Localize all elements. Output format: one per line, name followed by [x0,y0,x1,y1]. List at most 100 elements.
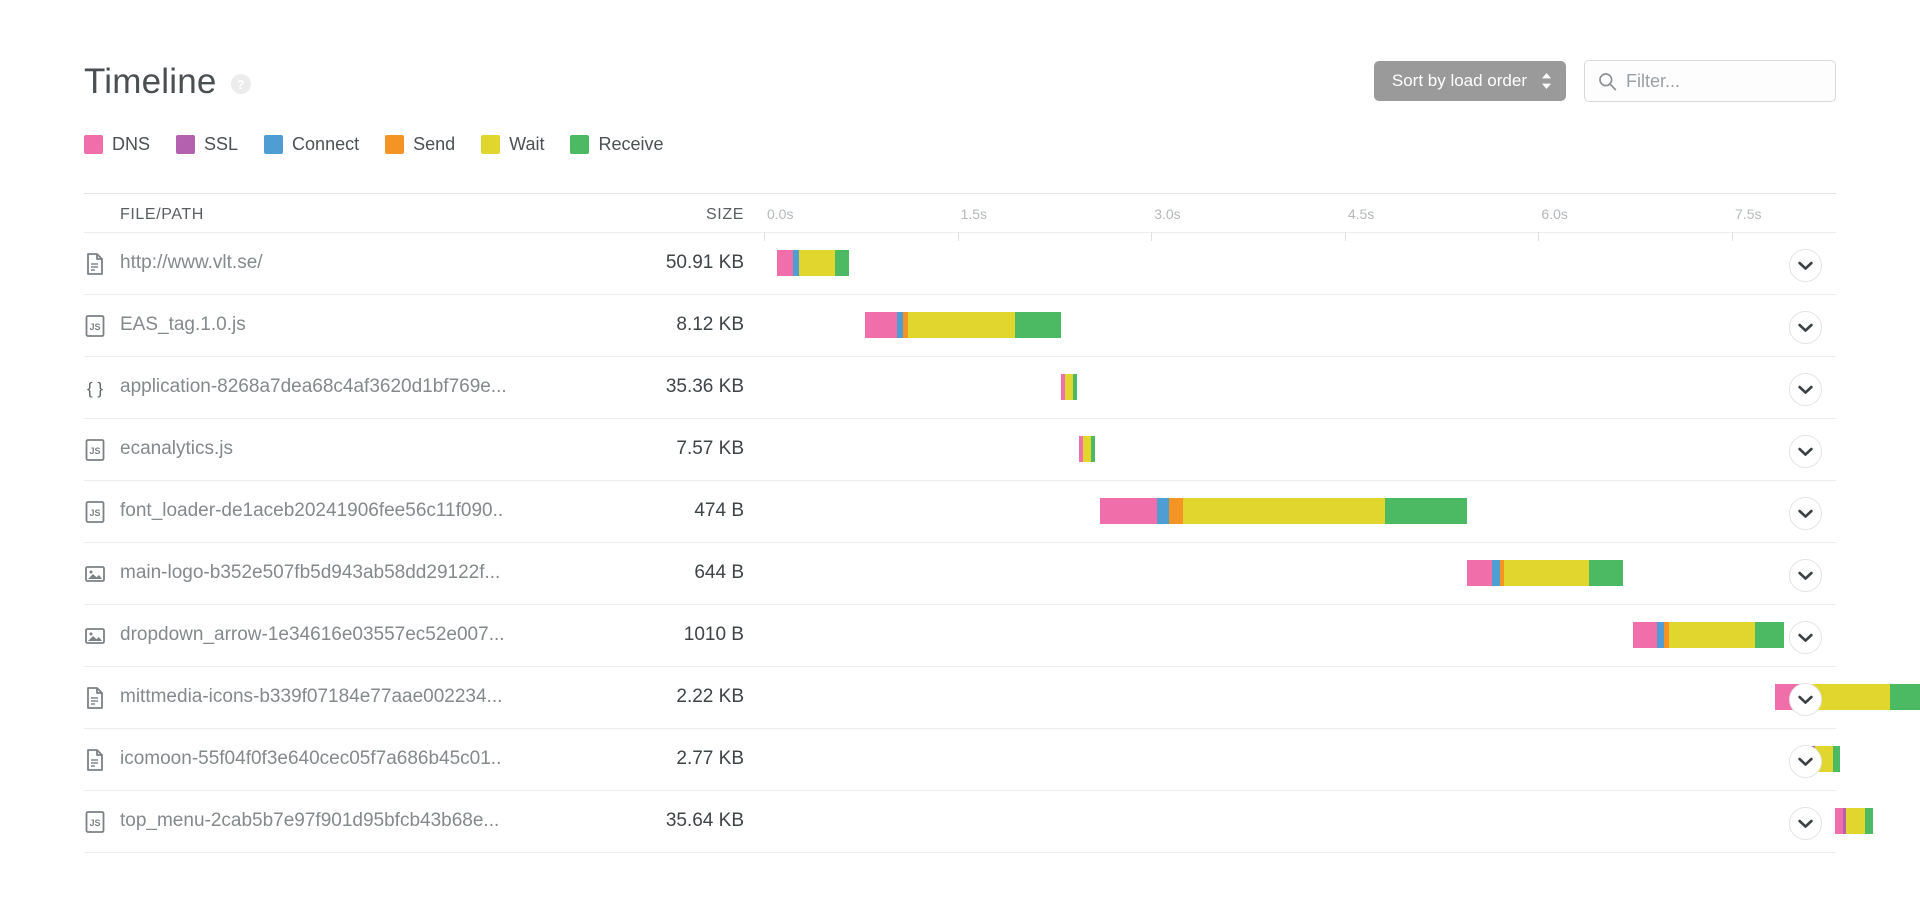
filter-input[interactable] [1626,71,1806,92]
document-icon [84,252,106,276]
bar-segment-receive [1833,746,1840,772]
file-name: EAS_tag.1.0.js [120,314,568,336]
legend-swatch-dns [84,135,103,154]
expand-row-button[interactable] [1789,435,1822,468]
expand-row-button[interactable] [1789,559,1822,592]
up-down-stepper-icon [1541,72,1552,90]
bar-segment-receive [1091,436,1095,462]
js-icon: JS [84,810,106,834]
file-name: main-logo-b352e507fb5d943ab58dd29122f... [120,562,568,584]
table-row[interactable]: main-logo-b352e507fb5d943ab58dd29122f...… [84,543,1836,605]
bar-segment-wait [1083,436,1091,462]
bar-segment-receive [1755,622,1785,648]
bar-segment-wait [1183,498,1384,524]
table-row[interactable]: JS font_loader-de1aceb20241906fee56c11f09… [84,481,1836,543]
expand-row-button[interactable] [1789,373,1822,406]
expand-row-button[interactable] [1789,807,1822,840]
expand-row-button[interactable] [1789,621,1822,654]
bar-segment-connect [1657,622,1664,648]
sort-button[interactable]: Sort by load order [1374,61,1566,101]
waterfall-bar[interactable] [777,250,849,276]
js-icon: JS [84,438,106,462]
bar-segment-wait [1846,808,1865,834]
filter-box[interactable] [1584,60,1836,102]
waterfall-bar[interactable] [1061,374,1077,400]
chevron-down-icon [1798,385,1813,395]
table-header: FILE/PATH SIZE 0.0s1.5s3.0s4.5s6.0s7.5s [84,193,1836,233]
legend-item-send[interactable]: Send [385,134,455,155]
legend-item-connect[interactable]: Connect [264,134,359,155]
bar-segment-receive [1865,808,1873,834]
chevron-down-icon [1798,757,1813,767]
file-size: 2.77 KB [574,748,744,770]
expand-row-button[interactable] [1789,311,1822,344]
file-name: dropdown_arrow-1e34616e03557ec52e007... [120,624,568,646]
chevron-down-icon [1798,633,1813,643]
chevron-down-icon [1798,819,1813,829]
legend-item-dns[interactable]: DNS [84,134,150,155]
file-name: icomoon-55f04f0f3e640cec05f7a686b45c01.. [120,748,568,770]
waterfall-bar[interactable] [1467,560,1623,586]
bar-segment-receive [1073,374,1077,400]
table-row[interactable]: http://www.vlt.se/50.91 KB [84,233,1836,295]
axis-tick-label: 1.5s [961,206,987,222]
legend-label: Receive [598,134,663,155]
waterfall-cell [764,543,1836,604]
legend-item-receive[interactable]: Receive [570,134,663,155]
bar-segment-dns [1633,622,1658,648]
legend-swatch-send [385,135,404,154]
legend-swatch-receive [570,135,589,154]
chevron-down-icon [1798,509,1813,519]
waterfall-bar[interactable] [1079,436,1095,462]
bar-segment-dns [777,250,793,276]
file-size: 50.91 KB [574,252,744,274]
table-row[interactable]: JS EAS_tag.1.0.js 8.12 KB [84,295,1836,357]
document-icon [84,748,106,772]
waterfall-bar[interactable] [865,312,1061,338]
svg-text:JS: JS [89,818,100,828]
waterfall-bar[interactable] [1633,622,1785,648]
table-row[interactable]: dropdown_arrow-1e34616e03557ec52e007...1… [84,605,1836,667]
waterfall-bar[interactable] [1835,808,1872,834]
chevron-down-icon [1798,447,1813,457]
column-header-file[interactable]: FILE/PATH [120,206,204,224]
waterfall-bar[interactable] [1100,498,1467,524]
waterfall-cell [764,357,1836,418]
legend-item-ssl[interactable]: SSL [176,134,238,155]
file-name: top_menu-2cab5b7e97f901d95bfcb43b68e... [120,810,568,832]
expand-row-button[interactable] [1789,497,1822,530]
legend-label: Connect [292,134,359,155]
bar-segment-wait [908,312,1015,338]
axis-tick-label: 4.5s [1348,206,1374,222]
panel-header: Timeline ? Sort by load order [84,58,1836,126]
file-name: font_loader-de1aceb20241906fee56c11f090.… [120,500,568,522]
table-body: http://www.vlt.se/50.91 KB JS EAS_tag.1.0.… [84,233,1836,853]
file-name: http://www.vlt.se/ [120,252,568,274]
legend-label: Send [413,134,455,155]
file-name: mittmedia-icons-b339f07184e77aae002234..… [120,686,568,708]
file-size: 8.12 KB [574,314,744,336]
file-name: ecanalytics.js [120,438,568,460]
document-icon [84,686,106,710]
table-row[interactable]: JSecanalytics.js7.57 KB [84,419,1836,481]
file-size: 644 B [574,562,744,584]
expand-row-button[interactable] [1789,683,1822,716]
expand-row-button[interactable] [1789,249,1822,282]
table-row[interactable]: { }application-8268a7dea68c4af3620d1bf76… [84,357,1836,419]
bar-segment-receive [1890,684,1920,710]
svg-text:JS: JS [89,508,100,518]
table-row[interactable]: icomoon-55f04f0f3e640cec05f7a686b45c01..… [84,729,1836,791]
waterfall-cell [764,419,1836,480]
legend-item-wait[interactable]: Wait [481,134,544,155]
js-icon: JS [84,314,106,338]
file-size: 474 B [574,500,744,522]
column-header-size[interactable]: SIZE [574,206,744,224]
svg-text:JS: JS [89,446,100,456]
question-mark-circle-icon[interactable]: ? [231,74,251,94]
axis-tick-label: 7.5s [1735,206,1761,222]
axis-tick-label: 0.0s [767,206,793,222]
table-row[interactable]: JS top_menu-2cab5b7e97f901d95bfcb43b68e..… [84,791,1836,853]
table-row[interactable]: mittmedia-icons-b339f07184e77aae002234..… [84,667,1836,729]
expand-row-button[interactable] [1789,745,1822,778]
waterfall-cell [764,295,1836,356]
